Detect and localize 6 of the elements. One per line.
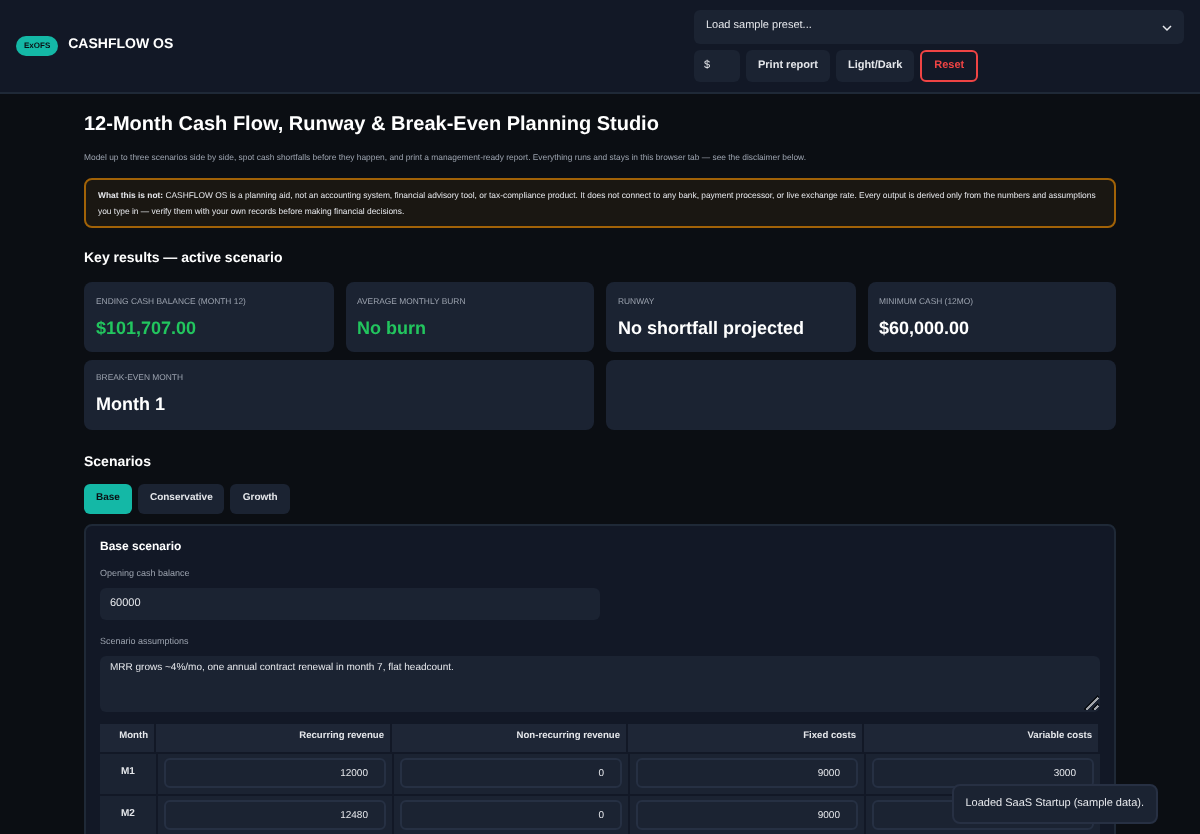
- metric-value: No burn: [357, 316, 428, 343]
- metric-value: $60,000.00: [879, 316, 972, 343]
- page-title: 12-Month Cash Flow, Runway & Break-Even Planning Studio: [84, 112, 661, 140]
- metric-value: Month 1: [96, 392, 167, 419]
- metric-value: No shortfall projected: [618, 316, 807, 343]
- metric-value: $101,707.00: [96, 316, 199, 343]
